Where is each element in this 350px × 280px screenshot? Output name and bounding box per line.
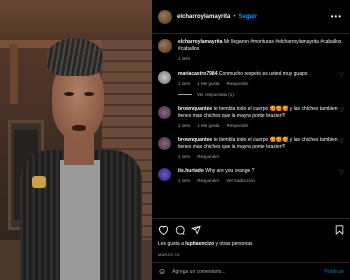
comment-avatar[interactable] (158, 106, 171, 119)
person-eye-left (64, 92, 74, 96)
person-shirt (60, 160, 100, 280)
comment-avatar[interactable] (158, 137, 171, 150)
comment-text: Why are you orange ? (205, 168, 255, 174)
action-icons (158, 225, 344, 235)
replies-line (178, 94, 192, 95)
comment-username[interactable]: its.hurtado (178, 168, 204, 174)
comment-username[interactable]: brownquantee (178, 106, 212, 112)
publish-button[interactable]: Publicar (324, 269, 344, 275)
comment-likes[interactable]: 1 Me gusta (197, 122, 219, 129)
likes-user[interactable]: lupitaencizo (185, 241, 214, 247)
caption-avatar[interactable] (158, 39, 172, 53)
view-replies-label: Ver respuestas (1) (197, 92, 234, 97)
comment-time: 1 sem (178, 154, 191, 159)
comment-likes[interactable]: 1 Me gusta (197, 80, 219, 87)
reply-button[interactable]: Responder (197, 153, 219, 160)
comment-username[interactable]: mariacastro7984 (178, 71, 217, 77)
reply-button[interactable]: Responder (227, 80, 249, 87)
comment-item: mariacastro7984 Conmucho respeto es uste… (158, 71, 346, 98)
comment-item: its.hurtado Why are you orange ? ♡ 1 sem… (158, 168, 346, 184)
share-icon[interactable] (191, 225, 201, 235)
heart-icon[interactable] (158, 225, 169, 235)
person-hair (47, 38, 103, 76)
comment-meta: 1 sem Responder (178, 153, 346, 160)
comment-like-icon[interactable]: ♡ (339, 170, 344, 177)
author-username[interactable]: elcharroylamayrita (177, 14, 230, 20)
comment-text: Conmucho respeto es usted muy guapo (218, 71, 308, 77)
video-player[interactable] (0, 0, 152, 280)
comment-like-icon[interactable]: ♡ (339, 73, 344, 80)
comment-meta: 1 sem 1 Me gusta Responder (178, 80, 346, 87)
comment-like-icon[interactable]: ♡ (339, 139, 344, 146)
post-side-panel: elcharroylamayrita • Seguir ••• elcharro… (152, 0, 350, 280)
comment-like-icon[interactable]: ♡ (339, 108, 344, 115)
view-replies-button[interactable]: Ver respuestas (1) (178, 91, 346, 98)
person-mouth (72, 125, 86, 131)
comment-avatar[interactable] (158, 71, 171, 84)
separator-dot: • (233, 13, 236, 20)
caption-meta: 1 sem (178, 55, 346, 62)
likes-suffix[interactable]: y otras personas (214, 241, 253, 247)
reply-button[interactable]: Responder (227, 122, 249, 129)
likes-summary[interactable]: Les gusta a lupitaencizo y otras persona… (158, 241, 344, 247)
post-actions: Les gusta a lupitaencizo y otras persona… (152, 218, 350, 257)
caption-username[interactable]: elcharroylamayrita (178, 39, 222, 45)
person-eye-right (84, 92, 94, 96)
comment-icon[interactable] (175, 225, 185, 235)
caption-time: 1 sem (178, 56, 191, 61)
comment-time: 1 sem (178, 178, 191, 183)
comments-list[interactable]: elcharroylamayrita Mr llegaron #monturas… (152, 35, 350, 215)
comment-meta: 1 sem 1 Me gusta Responder (178, 122, 346, 129)
post-date: MARZO 15 (158, 252, 180, 257)
vest-badge (32, 176, 46, 188)
comment-input[interactable] (172, 268, 313, 275)
smile-icon[interactable]: ☺ (158, 267, 166, 276)
reply-button[interactable]: Responder (197, 177, 219, 184)
comment-avatar[interactable] (158, 168, 171, 181)
comment-item: brownquantee te tiembla todo el cuerpo 🥰… (158, 106, 346, 129)
comment-meta: 1 sem Responder Ver traducción (178, 177, 346, 184)
add-comment-bar: ☺ Publicar (152, 262, 350, 280)
more-icon[interactable]: ••• (331, 12, 342, 21)
translation-button[interactable]: Ver traducción (226, 177, 255, 184)
comment-username[interactable]: brownquantee (178, 137, 212, 143)
save-icon[interactable] (335, 225, 344, 235)
comment-time: 1 sem (178, 81, 191, 86)
comment-item: brownquantee te tiembla todo el cuerpo 🥰… (158, 137, 346, 160)
comment-time: 1 sem (178, 123, 191, 128)
wall-post (10, 44, 18, 104)
likes-prefix: Les gusta a (158, 241, 186, 247)
author-avatar[interactable] (158, 9, 172, 24)
post-caption: elcharroylamayrita Mr llegaron #monturas… (158, 39, 346, 62)
follow-button[interactable]: Seguir (238, 14, 257, 20)
post-header: elcharroylamayrita • Seguir ••• (152, 0, 350, 34)
